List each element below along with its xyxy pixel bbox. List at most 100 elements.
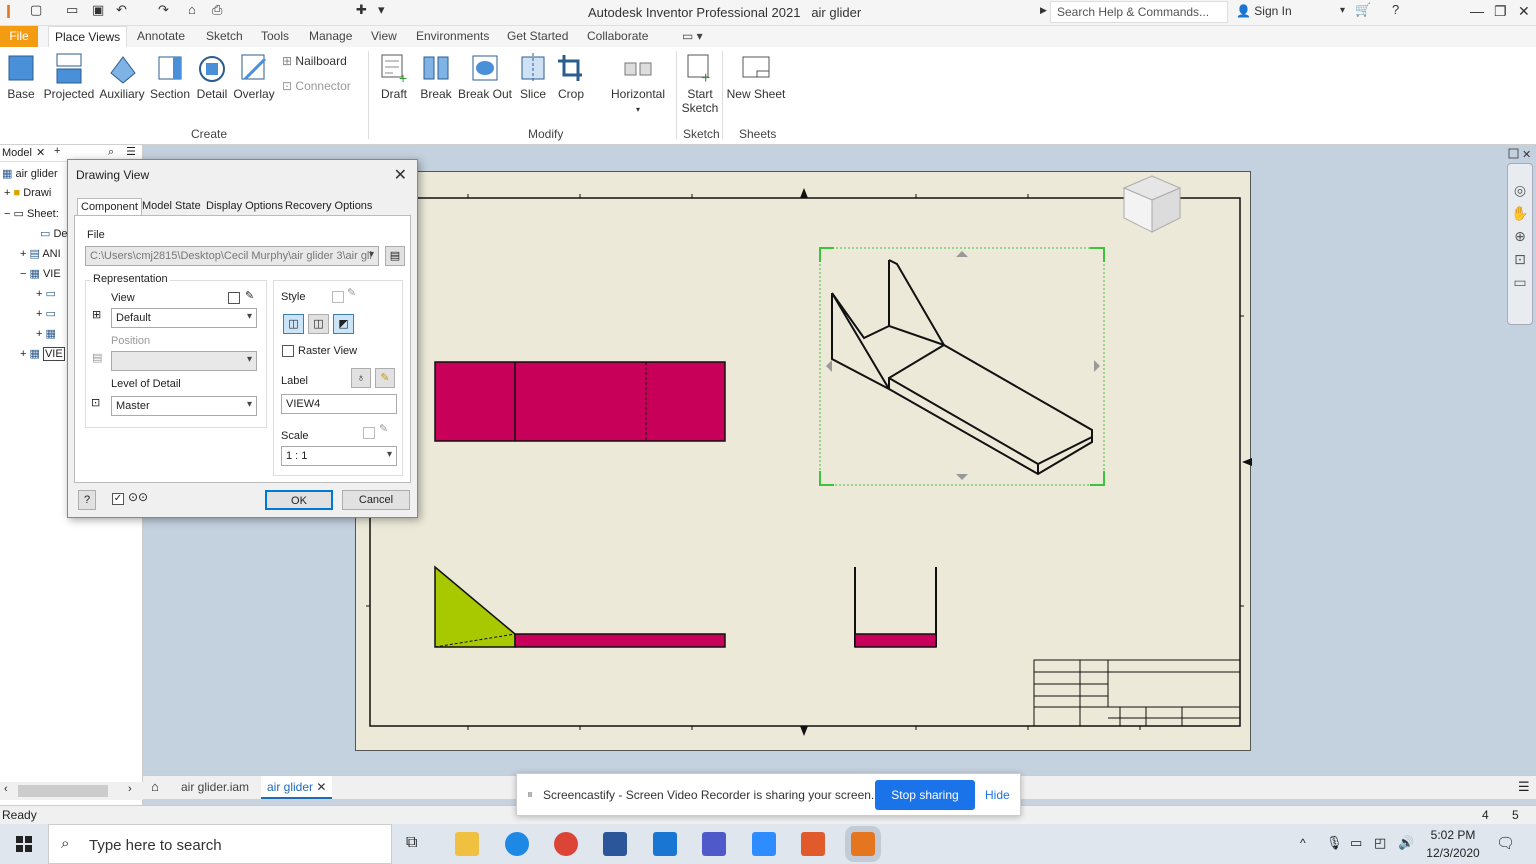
browser-scrollbar[interactable]: ‹ › (0, 782, 143, 800)
chrome-icon[interactable] (554, 832, 578, 856)
cart-icon[interactable]: 🛒 (1355, 2, 1371, 18)
nailboard-button[interactable]: ⊞ Nailboard (282, 54, 347, 68)
signin-dropdown-icon[interactable]: ▾ (1340, 5, 1345, 16)
tab-display-options[interactable]: Display Options (203, 198, 286, 215)
tab-tools[interactable]: Tools (255, 26, 295, 47)
tab-get-started[interactable]: Get Started (501, 26, 574, 47)
tab-sketch[interactable]: Sketch (200, 26, 249, 47)
tab-environments[interactable]: Environments (410, 26, 495, 47)
tree-item-default[interactable]: ▭ Def (40, 227, 71, 245)
auxiliary-view-button[interactable]: Auxiliary (98, 51, 146, 101)
tab-component[interactable]: Component (77, 198, 142, 215)
tree-item-subview[interactable]: + ▭ (36, 287, 56, 305)
close-view-icon[interactable]: ✕ (1522, 149, 1531, 161)
safari-icon[interactable] (505, 832, 529, 856)
minimize-icon[interactable]: — (1470, 3, 1484, 19)
overlay-view-button[interactable]: Overlay (232, 51, 276, 101)
save-icon[interactable]: ▣ (92, 2, 104, 18)
tab-file[interactable]: File (0, 26, 38, 47)
end-view[interactable] (854, 567, 937, 648)
browser-tab-model[interactable]: Model (2, 147, 32, 159)
notification-icon[interactable]: 🗨 (1496, 834, 1515, 852)
view-label-input[interactable]: VIEW4 (281, 394, 397, 414)
scroll-left-icon[interactable]: ‹ (4, 783, 8, 795)
autodesk-app-icon[interactable] (801, 832, 825, 856)
edit-label-button[interactable]: ✎ (375, 368, 395, 388)
home-icon[interactable]: ⌂ (151, 779, 159, 794)
drag-handle-icon[interactable]: ⏸ (527, 787, 533, 802)
file-explorer-icon[interactable] (455, 832, 479, 856)
position-select[interactable]: ▾ (111, 351, 257, 371)
tree-item-view[interactable]: − ▦ VIE (20, 267, 61, 285)
inventor-taskbar-icon[interactable] (845, 826, 881, 862)
zoom-app-icon[interactable] (752, 832, 776, 856)
connector-button[interactable]: ⊡ Connector (282, 79, 351, 93)
projected-view-button[interactable]: Projected (42, 51, 96, 101)
crop-button[interactable]: Crop (555, 51, 587, 101)
home-icon[interactable]: ⌂ (188, 2, 196, 17)
scroll-thumb[interactable] (18, 785, 108, 797)
word-icon[interactable] (603, 832, 627, 856)
tree-item-drawing[interactable]: + ■ Drawi (4, 187, 51, 205)
new-file-icon[interactable]: ▢ (30, 2, 42, 18)
tree-item-subview[interactable]: + ▭ (36, 307, 56, 325)
search-icon[interactable]: ⌕ (108, 146, 114, 159)
break-out-button[interactable]: Break Out (457, 51, 513, 101)
tree-item-ansi[interactable]: + ▤ ANI (20, 247, 61, 265)
tab-annotate[interactable]: Annotate (131, 26, 191, 47)
hidden-line-removed-button[interactable]: ◫ (308, 314, 329, 334)
add-tab-icon[interactable]: + (54, 145, 60, 157)
photos-icon[interactable] (653, 832, 677, 856)
toggle-label-visibility-button[interactable]: ♁ (351, 368, 371, 388)
undo-icon[interactable]: ↶ (116, 2, 127, 18)
slice-button[interactable]: Slice (516, 51, 550, 101)
scale-from-base-checkbox[interactable] (363, 427, 375, 439)
windows-start-icon[interactable] (16, 836, 32, 852)
draft-button[interactable]: + Draft (376, 51, 412, 101)
preview-checkbox[interactable]: ✓ (112, 493, 124, 505)
close-icon[interactable]: ✕ (36, 146, 45, 159)
clock-time[interactable]: 5:02 PM (1428, 828, 1478, 842)
browse-file-button[interactable]: ▤ (385, 246, 405, 266)
style-from-base-checkbox[interactable] (332, 291, 344, 303)
file-path-field[interactable]: C:\Users\cmj2815\Desktop\Cecil Murphy\ai… (85, 246, 379, 266)
front-view[interactable] (434, 361, 726, 442)
steering-wheel-icon[interactable]: ◎ (1508, 182, 1532, 199)
tree-item-root[interactable]: ▦ air glider (2, 167, 58, 185)
print-icon[interactable]: ⎙ (212, 2, 222, 18)
shaded-button[interactable]: ◩ (333, 314, 354, 334)
clock-date[interactable]: 12/3/2020 (1422, 846, 1484, 860)
tab-recovery-options[interactable]: Recovery Options (282, 198, 375, 215)
raster-view-checkbox[interactable] (282, 345, 294, 357)
break-button[interactable]: Break (419, 51, 453, 101)
ribbon-options-icon[interactable]: ▭ ▾ (676, 26, 709, 47)
inventor-logo-icon[interactable]: I (6, 2, 20, 22)
tab-collaborate[interactable]: Collaborate (581, 26, 654, 47)
chevron-down-icon[interactable]: ▾ (378, 2, 385, 18)
tray-chevron-icon[interactable]: ^ (1300, 836, 1306, 850)
add-icon[interactable]: ✚ (356, 2, 367, 18)
window-toggle-icon[interactable] (1508, 148, 1519, 159)
tree-item-subview[interactable]: + ▦ (36, 327, 56, 345)
redo-icon[interactable]: ↷ (158, 2, 169, 18)
start-sketch-button[interactable]: + Start Sketch (680, 51, 720, 115)
pan-icon[interactable]: ✋ (1508, 205, 1532, 222)
battery-icon[interactable]: ▭ (1350, 835, 1362, 851)
task-view-icon[interactable]: ⧉ (406, 834, 417, 852)
zoom-window-icon[interactable]: ⊡ (1508, 251, 1532, 268)
network-icon[interactable]: ◰ (1374, 835, 1386, 851)
section-view-button[interactable]: Section (148, 51, 192, 101)
tab-view[interactable]: View (365, 26, 403, 47)
hidden-line-button[interactable]: ◫ (283, 314, 304, 334)
zoom-icon[interactable]: ⊕ (1508, 228, 1532, 245)
base-view-button[interactable]: Base (4, 51, 38, 101)
teams-icon[interactable] (702, 832, 726, 856)
close-window-icon[interactable]: ✕ (1518, 3, 1530, 20)
view-select[interactable]: Default ▾ (111, 308, 257, 328)
view-associative-checkbox[interactable] (228, 292, 240, 304)
doc-tab-assembly[interactable]: air glider.iam (181, 780, 249, 794)
taskbar-search-input[interactable]: ⌕ Type here to search (48, 824, 392, 864)
menu-icon[interactable]: ☰ (126, 145, 136, 158)
close-icon[interactable]: ✕ (394, 165, 407, 185)
detail-view-button[interactable]: Detail (194, 51, 230, 101)
